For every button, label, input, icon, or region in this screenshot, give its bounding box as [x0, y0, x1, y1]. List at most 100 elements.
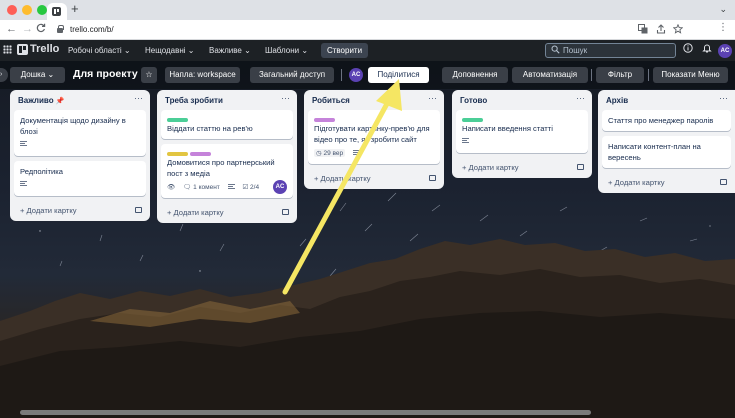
back-arrow-icon[interactable]: ←: [6, 23, 17, 36]
create-from-template-icon[interactable]: [577, 164, 584, 170]
share-button[interactable]: Поділитися: [368, 67, 429, 83]
maximize-window-button[interactable]: [37, 5, 47, 15]
templates-menu[interactable]: Шаблони ⌄: [265, 46, 308, 55]
add-card-button[interactable]: + Додати картку: [314, 174, 371, 183]
board-view-switcher[interactable]: Дошка ⌄: [10, 67, 65, 83]
list-title[interactable]: Робиться: [312, 96, 350, 105]
sidebar-toggle-chevron-icon[interactable]: ›: [0, 68, 8, 82]
comments-count: 1 комент: [193, 184, 220, 191]
add-card-button[interactable]: + Додати картку: [608, 178, 665, 187]
trello-logo-icon[interactable]: [17, 44, 28, 55]
card[interactable]: Написати введення статті: [456, 110, 588, 153]
create-button[interactable]: Створити: [321, 43, 368, 58]
card[interactable]: Документація щодо дизайну в блозі: [14, 110, 146, 156]
workspace-visibility-button[interactable]: Напла: workspace: [165, 67, 240, 83]
label-yellow[interactable]: [167, 152, 188, 156]
reload-icon[interactable]: [36, 23, 46, 37]
board-member-avatar[interactable]: AC: [349, 68, 363, 82]
list-actions-icon[interactable]: ···: [134, 93, 143, 103]
list-actions-icon[interactable]: ···: [719, 93, 728, 103]
clock-icon: ◷: [316, 150, 322, 157]
card-title: Написати введення статті: [462, 124, 553, 133]
forward-arrow-icon[interactable]: →: [22, 23, 33, 36]
browser-tab-trello[interactable]: [47, 3, 67, 20]
watch-eye-icon: 👁: [167, 184, 176, 191]
list-todo[interactable]: Треба зробити ··· Віддати статтю на рев'…: [157, 90, 297, 223]
workspaces-menu[interactable]: Робочі області ⌄: [68, 46, 131, 55]
list-title[interactable]: Готово: [460, 96, 487, 105]
browser-menu-icon[interactable]: ⋮: [718, 22, 728, 33]
translate-icon[interactable]: [638, 24, 648, 36]
list-title[interactable]: Треба зробити: [165, 96, 223, 105]
powerups-button[interactable]: Доповнення: [442, 67, 508, 83]
close-window-button[interactable]: [7, 5, 17, 15]
search-input[interactable]: Пошук: [545, 43, 676, 58]
due-date-text: 29 вер: [323, 150, 344, 157]
label-green[interactable]: [167, 118, 188, 122]
tab-search-chevron-icon[interactable]: ⌄: [719, 4, 727, 15]
browser-tab-strip: + ⌄: [0, 0, 735, 20]
checklist-badge: ☑ 2/4: [242, 183, 259, 191]
list-in-progress[interactable]: Робиться ··· Підготувати картинку-прев'ю…: [304, 90, 444, 189]
list-important[interactable]: Важливо 📌 ··· Документація щодо дизайну …: [10, 90, 150, 221]
info-icon[interactable]: [683, 43, 693, 56]
list-actions-icon[interactable]: ···: [281, 93, 290, 103]
automation-button[interactable]: Автоматизація: [512, 67, 588, 83]
new-tab-button[interactable]: +: [71, 2, 79, 16]
add-card-row: + Додати картку: [598, 173, 735, 193]
list-actions-icon[interactable]: ···: [576, 93, 585, 103]
notifications-bell-icon[interactable]: [702, 43, 712, 56]
card-member-avatar[interactable]: AC: [273, 180, 287, 194]
create-from-template-icon[interactable]: [720, 179, 727, 185]
card[interactable]: Домовитися про партнерський пост з медіа…: [161, 144, 293, 198]
card-title: Віддати статтю на рев'ю: [167, 124, 253, 133]
description-icon: [20, 141, 27, 146]
trello-header: Trello Робочі області ⌄ Нещодавні ⌄ Важл…: [0, 40, 735, 61]
card[interactable]: Редполітика: [14, 161, 146, 196]
list-done[interactable]: Готово ··· Написати введення статті + До…: [452, 90, 592, 178]
card[interactable]: Віддати статтю на рев'ю: [161, 110, 293, 139]
address-bar[interactable]: trello.com/b/: [54, 22, 684, 37]
add-card-button[interactable]: + Додати картку: [20, 206, 77, 215]
trello-favicon-icon: [52, 7, 61, 16]
list-title[interactable]: Важливо 📌: [18, 96, 65, 105]
pin-icon: 📌: [55, 98, 65, 105]
toolbar-divider: [341, 69, 342, 81]
star-board-icon[interactable]: ☆: [141, 67, 157, 83]
filter-button[interactable]: Фільтр: [596, 67, 644, 83]
list-actions-icon[interactable]: ···: [428, 93, 437, 103]
horizontal-scrollbar[interactable]: [20, 410, 591, 415]
user-avatar[interactable]: AC: [718, 44, 732, 58]
list-header: Треба зробити ···: [157, 90, 297, 110]
board-visibility-button[interactable]: Загальний доступ: [250, 67, 334, 83]
list-header: Архів ···: [598, 90, 735, 110]
card[interactable]: Написати контент-план на вересень: [602, 136, 731, 168]
label-purple[interactable]: [314, 118, 335, 122]
card[interactable]: Стаття про менеджер паролів: [602, 110, 731, 131]
label-purple[interactable]: [190, 152, 211, 156]
create-from-template-icon[interactable]: [429, 175, 436, 181]
app-switcher-icon[interactable]: [3, 45, 12, 54]
minimize-window-button[interactable]: [22, 5, 32, 15]
show-menu-button[interactable]: Показати Меню: [653, 67, 728, 83]
board-title[interactable]: Для проекту: [73, 66, 138, 82]
recent-menu[interactable]: Нещодавні ⌄: [145, 46, 194, 55]
add-card-row: + Додати картку: [452, 158, 592, 178]
add-card-button[interactable]: + Додати картку: [167, 208, 224, 217]
trello-logo-text[interactable]: Trello: [30, 43, 59, 55]
description-icon: [227, 184, 235, 189]
card-title: Редполітика: [20, 167, 63, 176]
add-card-button[interactable]: + Додати картку: [462, 163, 519, 172]
card[interactable]: Підготувати картинку-прев'ю для відео пр…: [308, 110, 440, 164]
list-header: Робиться ···: [304, 90, 444, 110]
due-date-badge[interactable]: ◷ 29 вер: [314, 149, 346, 157]
label-green[interactable]: [462, 118, 483, 122]
list-header: Важливо 📌 ···: [10, 90, 150, 110]
create-from-template-icon[interactable]: [282, 209, 289, 215]
create-from-template-icon[interactable]: [135, 207, 142, 213]
bookmark-star-icon[interactable]: [672, 23, 684, 36]
list-title[interactable]: Архів: [606, 96, 628, 105]
starred-menu[interactable]: Важливе ⌄: [209, 46, 251, 55]
list-archive[interactable]: Архів ··· Стаття про менеджер паролів На…: [598, 90, 735, 193]
share-page-icon[interactable]: [656, 24, 666, 36]
